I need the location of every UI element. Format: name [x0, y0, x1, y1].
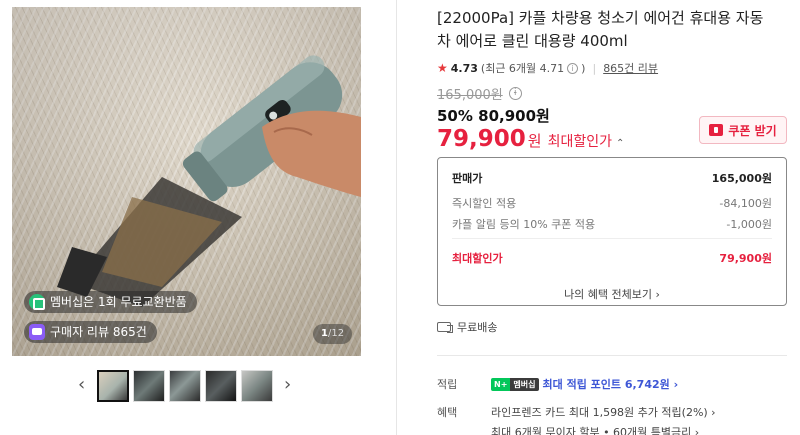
thumbnail-5[interactable] [241, 370, 273, 402]
price-row-instant-discount: 즉시할인 적용 -84,100원 [452, 197, 772, 210]
membership-free-return-badge: 멤버십은 1회 무료교환반품 [24, 291, 197, 313]
discount-rate: 50% [437, 107, 473, 125]
best-price-label: 최대할인가 [547, 134, 612, 150]
best-price: 79,900 [437, 126, 526, 152]
column-divider [396, 0, 397, 435]
review-count-link[interactable]: 865건 리뷰 [603, 60, 658, 76]
price-row-best-price: 최대할인가 79,900원 [452, 252, 772, 265]
get-coupon-button[interactable]: 쿠폰 받기 [699, 116, 787, 144]
naver-membership-badge: N+ 멤버십 [491, 377, 539, 391]
sale-price: 80,900원 [478, 107, 550, 125]
buyer-review-badge[interactable]: 구매자 리뷰 865건 [24, 321, 157, 343]
view-all-benefits-link[interactable]: 나의 혜택 전체보기 › [438, 286, 786, 302]
thumbnail-next-button[interactable]: › [284, 376, 296, 394]
truck-icon [437, 322, 453, 333]
image-counter: 1/12 [313, 324, 353, 344]
thumbnail-3[interactable] [169, 370, 201, 402]
rating-summary: ★ 4.73 (최근 6개월 4.71 i ) | 865건 리뷰 [437, 60, 659, 76]
sale-price-row: 50% 80,900원 [437, 105, 550, 126]
price-breakdown-box: 판매가 165,000원 즉시할인 적용 -84,100원 카플 알림 등의 1… [437, 157, 787, 306]
best-price-row: 79,900 원 최대할인가 ⌃ [437, 126, 625, 152]
thumbnail-prev-button[interactable]: ‹ [78, 376, 90, 394]
divider [452, 238, 772, 239]
original-price: 165,000원 i [437, 84, 522, 103]
info-icon[interactable]: i [567, 62, 579, 74]
price-row-list-price: 판매가 165,000원 [452, 172, 772, 185]
chevron-up-icon[interactable]: ⌃ [616, 138, 624, 149]
product-title: [22000Pa] 카플 차량용 청소기 에어건 휴대용 자동차 에어로 클린 … [437, 9, 764, 50]
card-benefit-link[interactable]: 라인프렌즈 카드 최대 1,598원 추가 적립(2%) › [491, 404, 716, 420]
max-points-link[interactable]: 최대 적립 포인트 6,742원 › [543, 376, 679, 392]
thumbnail-1[interactable] [97, 370, 129, 402]
rating-score: 4.73 [450, 61, 478, 75]
recent-rating: (최근 6개월 4.71 [480, 62, 565, 75]
installment-link[interactable]: 최대 6개월 무이자 할부 • 60개월 특별금리 › [491, 424, 699, 435]
price-row-coupon: 카플 알림 등의 10% 쿠폰 적용 -1,000원 [452, 218, 772, 231]
thumbnail-4[interactable] [205, 370, 237, 402]
return-icon [29, 294, 45, 310]
info-icon[interactable]: i [508, 87, 522, 100]
shipping-info: 무료배송 [437, 319, 497, 335]
coupon-icon [709, 124, 724, 136]
review-icon [29, 324, 45, 340]
thumbnail-2[interactable] [133, 370, 165, 402]
divider [437, 355, 787, 356]
star-icon: ★ [437, 61, 448, 75]
